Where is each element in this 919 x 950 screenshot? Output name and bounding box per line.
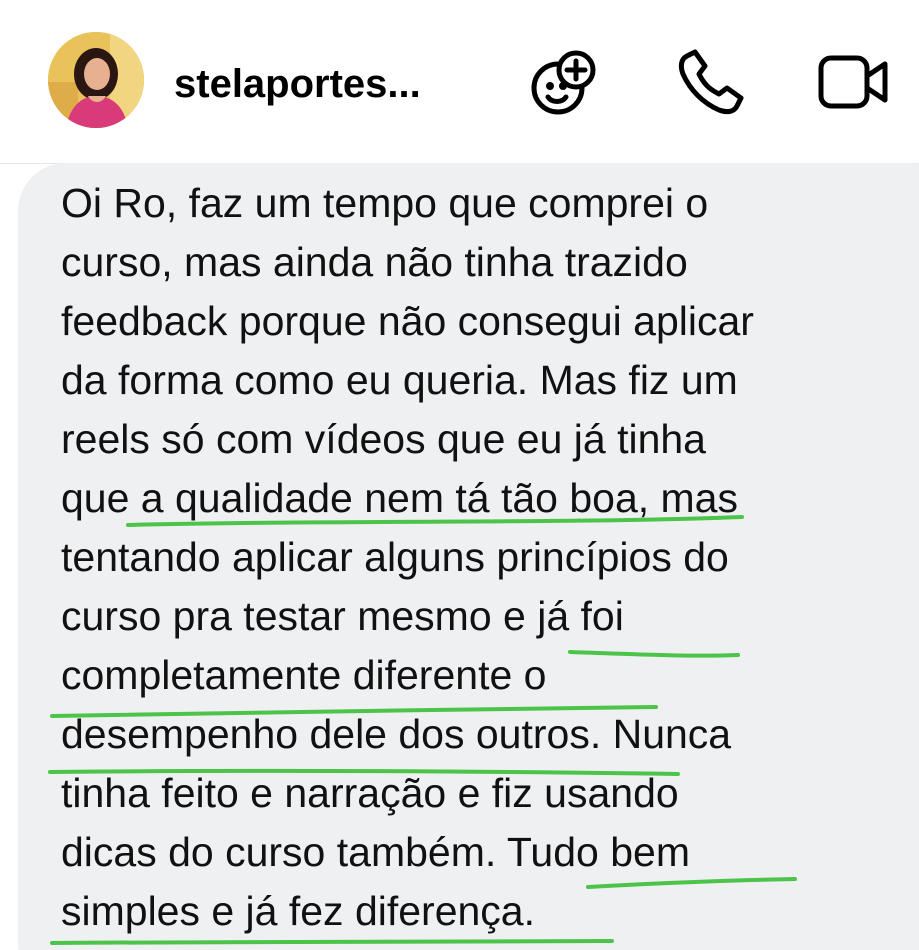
phone-icon[interactable]	[673, 44, 749, 120]
message-line: curso pra testar mesmo e já foi	[61, 593, 624, 639]
message-line: tinha feito e narração e fiz usando	[61, 770, 679, 816]
message-line: tentando aplicar alguns princípios do	[61, 534, 729, 580]
message-line: dicas do curso também. Tudo bem	[61, 829, 690, 875]
chat-screen: stelaportes... Oi Ro, faz um tempo que c…	[0, 0, 919, 950]
video-camera-icon[interactable]	[815, 44, 891, 120]
message-line: feedback porque não consegui aplicar	[61, 298, 754, 344]
message-line: reels só com vídeos que eu já tinha	[61, 416, 706, 462]
message-line: desempenho dele dos outros. Nunca	[61, 711, 732, 757]
message-line: Oi Ro, faz um tempo que comprei o	[61, 180, 709, 226]
message-text: Oi Ro, faz um tempo que comprei o curso,…	[61, 174, 919, 941]
message-line: completamente diferente o	[61, 652, 547, 698]
message-line: da forma como eu queria. Mas fiz um	[61, 357, 738, 403]
contact-name[interactable]: stelaportes...	[174, 56, 421, 112]
face-plus-icon[interactable]	[527, 44, 603, 120]
message-line: que a qualidade nem tá tão boa, mas	[61, 475, 738, 521]
avatar-photo	[48, 32, 144, 128]
message-line: curso, mas ainda não tinha trazido	[61, 239, 688, 285]
contact-avatar[interactable]	[48, 32, 144, 128]
message-line: simples e já fez diferença.	[61, 888, 536, 934]
chat-header: stelaportes...	[0, 0, 919, 164]
